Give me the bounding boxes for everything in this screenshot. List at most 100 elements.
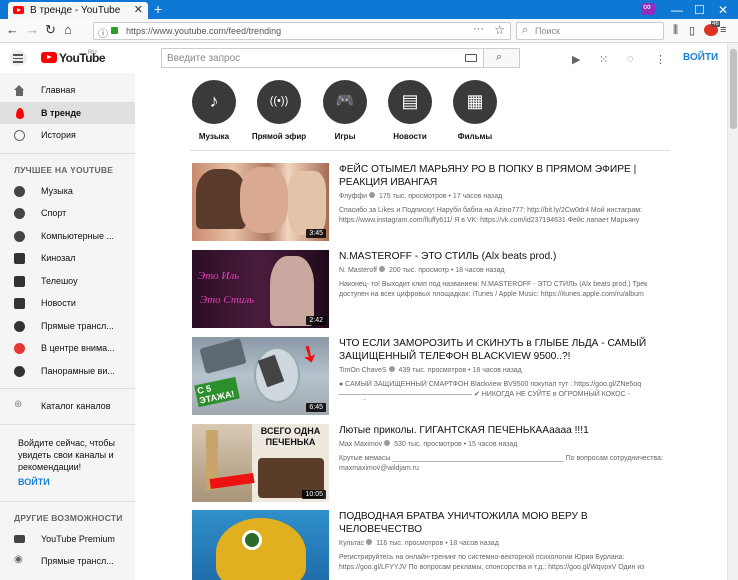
music-channel-icon (14, 185, 25, 197)
sidebar-item-movies[interactable]: Кинозал (0, 247, 135, 270)
category-gaming[interactable]: 🎮 Игры (315, 80, 375, 141)
verified-check-icon (388, 366, 395, 372)
address-bar[interactable]: ⓘ https://www.youtube.com/feed/trending … (93, 22, 511, 40)
channel-name[interactable]: TimOn ChaveS (339, 367, 387, 374)
sidebar-item-label: В центре внима... (41, 343, 115, 353)
sidebar-item-label: Спорт (41, 208, 67, 218)
overflow-menu-icon[interactable]: ≡ (720, 24, 732, 36)
sidebar-item-label: Прямые трансл... (41, 556, 114, 566)
channel-name[interactable]: Культас (339, 540, 364, 547)
messages-icon[interactable]: ◌ (627, 53, 634, 65)
channel-name[interactable]: Max Maximov (339, 441, 382, 448)
category-music[interactable]: ♪ Музыка (184, 80, 244, 141)
library-icon[interactable]: ⫼ (673, 24, 685, 36)
apps-grid-icon[interactable]: ⁙ (599, 53, 608, 66)
guide-menu-button[interactable] (9, 50, 27, 66)
sidebar-item-sport[interactable]: Спорт (0, 202, 135, 225)
browser-search-box[interactable]: ⌕ Поиск (516, 22, 664, 40)
browser-tab-strip: В тренде - YouTube ✕ + — ☐ ✕ (0, 0, 738, 19)
sidebar-item-label: Каталог каналов (41, 401, 111, 411)
sidebar-item-spotlight[interactable]: В центре внима... (0, 337, 135, 360)
sidebar-divider (0, 423, 135, 425)
youtube-logo-icon[interactable] (41, 52, 57, 63)
page-actions-icon[interactable]: ··· (473, 23, 484, 35)
sidebar-item-tvshows[interactable]: Телешоу (0, 270, 135, 293)
maximize-button[interactable]: ☐ (694, 3, 705, 17)
video-thumbnail[interactable]: Это Иль Это Стиль 2:42 (192, 250, 329, 328)
video-thumbnail[interactable] (192, 510, 329, 580)
sidebar-toggle-icon[interactable]: ▯ (689, 24, 701, 37)
home-browser-icon[interactable]: ⌂ (64, 23, 72, 37)
channel-name[interactable]: Флуффи (339, 193, 367, 200)
video-meta: TimOn ChaveS 439 тыс. просмотров • 18 ча… (339, 366, 522, 374)
back-arrow-icon[interactable]: ← (6, 23, 19, 37)
browser-tab-active[interactable]: В тренде - YouTube ✕ (8, 2, 148, 19)
video-thumbnail[interactable]: ➘ С 5 ЭТАЖА! 6:45 (192, 337, 329, 415)
video-meta: N. Masteroff 200 тыс. просмотр • 18 часо… (339, 266, 505, 274)
sidebar-signin-button[interactable]: ВОЙТИ (0, 477, 135, 495)
signin-button[interactable]: ВОЙТИ (683, 52, 718, 63)
close-window-button[interactable]: ✕ (718, 3, 728, 17)
video-title[interactable]: ЧТО ЕСЛИ ЗАМОРОЗИТЬ И СКИНУТЬ в ГЛЫБЕ ЛЬ… (339, 337, 669, 363)
youtube-wordmark[interactable]: YouTube (59, 51, 106, 65)
forward-arrow-icon[interactable]: → (26, 23, 39, 37)
browser-search-placeholder: Поиск (535, 26, 560, 36)
home-icon (14, 85, 25, 96)
upload-video-icon[interactable]: ▶ (572, 53, 580, 66)
keyboard-icon[interactable] (465, 54, 477, 62)
sidebar-item-history[interactable]: История (0, 124, 135, 147)
video-title[interactable]: ПОДВОДНАЯ БРАТВА УНИЧТОЖИЛА МОЮ ВЕРУ В Ч… (339, 510, 669, 536)
reload-icon[interactable]: ↻ (45, 23, 56, 37)
channel-name[interactable]: N. Masteroff (339, 267, 377, 274)
tab-close-icon[interactable]: ✕ (134, 3, 143, 16)
video-item[interactable]: ВСЕГО ОДНА ПЕЧЕНЬКА 10:05 Лютые приколы.… (192, 424, 672, 502)
sidebar-item-music[interactable]: Музыка (0, 180, 135, 203)
sidebar-item-home[interactable]: Главная (0, 79, 135, 102)
sidebar-item-360[interactable]: Панорамные ви... (0, 360, 135, 383)
view-count: 439 тыс. просмотров (398, 367, 467, 374)
category-movies[interactable]: ▦ Фильмы (445, 80, 505, 141)
sport-channel-icon (14, 208, 25, 219)
video-title[interactable]: ФЕЙС ОТЫМЕЛ МАРЬЯНУ РО В ПОПКУ В ПРЯМОМ … (339, 163, 669, 189)
view-count: 116 тыс. просмотров (376, 540, 444, 547)
sidebar-divider (0, 388, 135, 389)
video-title[interactable]: Лютые приколы. ГИГАНТСКАЯ ПЕЧЕНЬКААаааа … (339, 424, 669, 437)
page-scrollbar[interactable] (727, 43, 738, 580)
video-item[interactable]: ➘ С 5 ЭТАЖА! 6:45 ЧТО ЕСЛИ ЗАМОРОЗИТЬ И … (192, 337, 672, 415)
video-item[interactable]: ПОДВОДНАЯ БРАТВА УНИЧТОЖИЛА МОЮ ВЕРУ В Ч… (192, 510, 672, 580)
search-placeholder: Введите запрос (167, 53, 241, 64)
search-input[interactable]: Введите запрос (161, 48, 484, 68)
sidebar-item-label: Новости (41, 298, 76, 308)
settings-dots-icon[interactable]: ⋮ (655, 53, 666, 66)
extension-badge: 46 (711, 21, 720, 27)
newspaper-icon: ▤ (388, 80, 432, 124)
new-tab-button[interactable]: + (154, 1, 162, 17)
bookmark-star-icon[interactable]: ☆ (494, 23, 505, 37)
sidebar-item-trending[interactable]: В тренде (0, 101, 135, 124)
video-thumbnail[interactable]: 3:45 (192, 163, 329, 241)
fire-icon (16, 107, 24, 119)
category-news[interactable]: ▤ Новости (380, 80, 440, 141)
minimize-button[interactable]: — (671, 3, 683, 17)
live-channel-icon (14, 320, 25, 332)
signin-prompt: Войдите сейчас, чтобы увидеть свои канал… (18, 437, 115, 472)
sidebar-item-news[interactable]: Новости (0, 292, 135, 315)
address-url[interactable]: https://www.youtube.com/feed/trending (126, 26, 281, 36)
sidebar-item-catalog[interactable]: ⊕ Каталог каналов (0, 395, 135, 418)
video-item[interactable]: 3:45 ФЕЙС ОТЫМЕЛ МАРЬЯНУ РО В ПОПКУ В ПР… (192, 163, 672, 241)
sidebar-item-label: Компьютерные ... (41, 230, 115, 241)
video-title[interactable]: N.MASTEROFF - ЭТО СТИЛЬ (Alx beats prod.… (339, 250, 669, 263)
category-live[interactable]: ((•)) Прямой эфир (249, 80, 309, 141)
sidebar-item-live[interactable]: Прямые трансл... (0, 315, 135, 338)
browser-navigation-bar: ← → ↻ ⌂ ⓘ https://www.youtube.com/feed/t… (0, 19, 738, 43)
sidebar-item-gaming[interactable]: Компьютерные ... (0, 225, 135, 248)
video-meta: Флуффи 175 тыс. просмотров • 17 часов на… (339, 192, 503, 200)
info-icon[interactable]: ⓘ (98, 25, 108, 40)
sidebar-item-live-2[interactable]: ◉ Прямые трансл... (0, 550, 135, 573)
video-thumbnail[interactable]: ВСЕГО ОДНА ПЕЧЕНЬКА 10:05 (192, 424, 329, 502)
thumbnail-caption: С 5 ЭТАЖА! (194, 376, 240, 408)
sidebar-item-premium[interactable]: YouTube Premium (0, 528, 135, 551)
search-button[interactable]: ⌕ (484, 48, 520, 68)
video-item[interactable]: Это Иль Это Стиль 2:42 N.MASTEROFF - ЭТО… (192, 250, 672, 328)
scrollbar-thumb[interactable] (730, 49, 737, 129)
